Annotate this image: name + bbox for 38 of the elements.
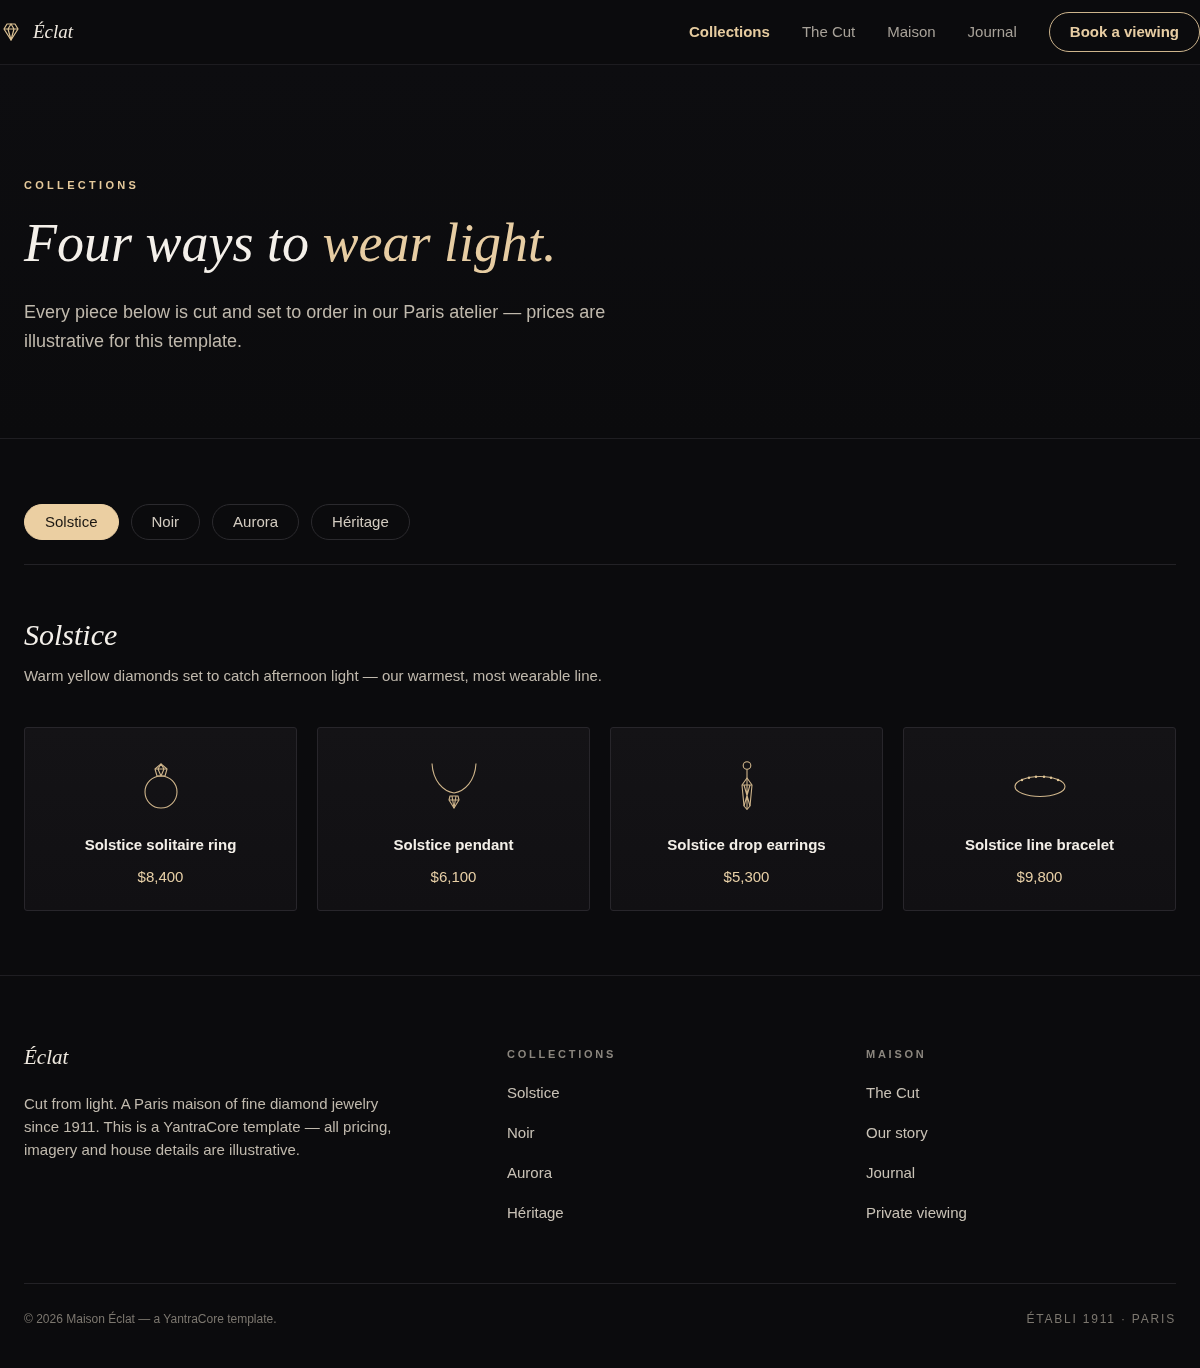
nav-link[interactable]: Journal (967, 20, 1017, 44)
bracelet-icon (1013, 774, 1066, 799)
footer-tagline: ÉTABLI 1911 · PARIS (1026, 1310, 1176, 1328)
page-heading: Four ways to wear light. (24, 211, 558, 274)
footer-link[interactable]: Noir (507, 1123, 535, 1141)
footer-brand: Éclat (24, 1044, 70, 1072)
filter-tab[interactable]: Solstice (24, 503, 119, 540)
product-name: Solstice line bracelet (963, 835, 1116, 856)
product-price: $9,800 (1015, 866, 1064, 887)
copyright-text: © 2026 Maison Éclat — a YantraCore template. (24, 1310, 277, 1328)
collection-description: Warm yellow diamonds set to catch afternoon light — our warmest, most wearable line. (24, 665, 604, 686)
footer-link[interactable]: Aurora (507, 1163, 553, 1181)
product-price: $5,300 (722, 866, 771, 887)
gem-icon (3, 23, 19, 41)
collection-title: Solstice (24, 616, 119, 653)
drop-earring-icon (738, 761, 755, 812)
nav-link[interactable]: The Cut (801, 20, 856, 44)
product-price: $6,100 (429, 866, 478, 887)
ring-icon (142, 763, 179, 810)
product-name: Solstice drop earrings (666, 835, 827, 856)
product-name: Solstice pendant (392, 835, 515, 856)
footer-link[interactable]: Solstice (507, 1083, 560, 1101)
footer-link[interactable]: Private viewing (866, 1203, 967, 1221)
footer-heading: COLLECTIONS (507, 1047, 618, 1063)
nav-link[interactable]: Maison (887, 20, 936, 44)
footer-heading: MAISON (866, 1047, 928, 1063)
section-eyebrow: COLLECTIONS (24, 178, 141, 193)
footer-link[interactable]: Héritage (507, 1203, 564, 1221)
product-name: Solstice solitaire ring (83, 835, 238, 856)
nav-link[interactable]: Collections (689, 20, 770, 44)
footer-link[interactable]: Our story (866, 1123, 928, 1141)
footer-link[interactable]: Journal (866, 1163, 916, 1181)
pendant-necklace-icon (430, 763, 477, 810)
footer-link[interactable]: The Cut (866, 1083, 920, 1101)
product-price: $8,400 (136, 866, 185, 887)
footer-description: Cut from light. A Paris maison of fine diamond jewelry since 1911. This is a YantraCore template — all pricing, imagery and house details are illustrative. (24, 1093, 393, 1160)
intro-text: Every piece below is cut and set to order in our Paris atelier — prices are illustrative for this template. (24, 300, 607, 353)
brand-link[interactable]: Éclat (0, 17, 74, 47)
